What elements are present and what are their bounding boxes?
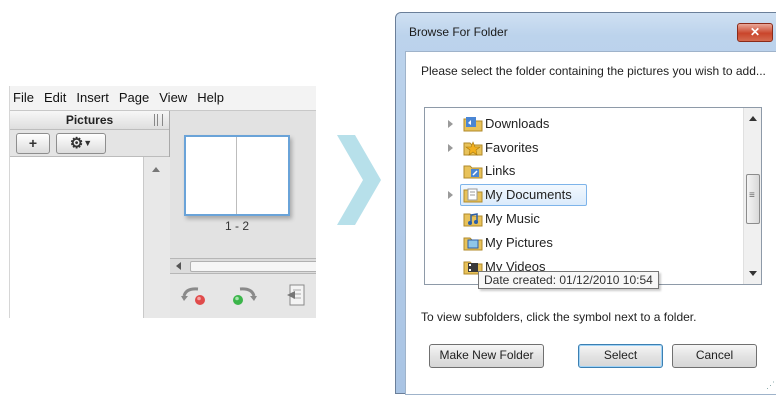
menu-view[interactable]: View — [154, 86, 192, 110]
pages-horizontal-scrollbar[interactable] — [170, 258, 316, 274]
subfolder-hint: To view subfolders, click the symbol nex… — [421, 310, 697, 324]
rotate-right-icon[interactable] — [228, 284, 258, 308]
pictures-scrollbar[interactable] — [143, 157, 170, 318]
tree-item-label: My Music — [485, 211, 540, 226]
tree-item-label: Favorites — [485, 140, 539, 155]
page-toolbar — [170, 274, 316, 318]
dialog-title: Browse For Folder — [409, 25, 508, 39]
tree-item-label: My Documents — [485, 187, 572, 202]
menu-page[interactable]: Page — [114, 86, 154, 110]
tree-item-favorites[interactable]: Favorites — [425, 137, 743, 159]
tree-item-my-pictures[interactable]: My Pictures — [425, 232, 743, 254]
tree-item-my-documents[interactable]: My Documents — [425, 184, 743, 206]
settings-menu-button[interactable]: ⚙▼ — [56, 133, 106, 154]
panel-grip-icon[interactable] — [154, 114, 163, 126]
folder-tree-scrollbar[interactable] — [743, 108, 761, 284]
expand-icon[interactable] — [448, 191, 453, 199]
close-button[interactable]: ✕ — [737, 23, 773, 42]
menu-edit[interactable]: Edit — [39, 86, 71, 110]
menu-bar: File Edit Insert Page View Help — [10, 86, 316, 111]
scrollbar-thumb[interactable] — [190, 261, 316, 272]
cancel-button[interactable]: Cancel — [672, 344, 757, 368]
gear-icon: ⚙ — [69, 135, 84, 152]
date-created-tooltip: Date created: 01/12/2010 10:54 — [478, 271, 659, 289]
documents-folder-icon — [463, 188, 483, 203]
browse-folder-dialog: Browse For Folder ✕ Please select the fo… — [395, 12, 776, 395]
folder-tree[interactable]: Downloads Favorites Links My Documents M… — [424, 107, 762, 289]
menu-help[interactable]: Help — [192, 86, 229, 110]
make-new-folder-button[interactable]: Make New Folder — [429, 344, 544, 368]
favorites-folder-icon — [463, 141, 483, 156]
export-page-icon[interactable] — [287, 283, 307, 307]
resize-grip-icon[interactable]: ⋰ — [766, 380, 775, 391]
tree-item-links[interactable]: Links — [425, 160, 743, 182]
scroll-up-icon[interactable] — [152, 167, 160, 172]
tree-item-downloads[interactable]: Downloads — [425, 113, 743, 135]
page-thumbnail[interactable] — [184, 135, 290, 216]
scroll-up-icon[interactable] — [749, 116, 757, 121]
tree-item-label: Links — [485, 163, 516, 178]
expand-icon[interactable] — [448, 120, 453, 128]
menu-insert[interactable]: Insert — [71, 86, 114, 110]
select-button[interactable]: Select — [578, 344, 663, 368]
dialog-prompt: Please select the folder containing the … — [421, 64, 766, 78]
page-number-label: 1 - 2 — [224, 219, 249, 233]
pictures-folder-icon — [463, 237, 483, 251]
scroll-left-icon[interactable] — [176, 262, 181, 270]
chevron-down-icon: ▼ — [83, 138, 93, 148]
menu-file[interactable]: File — [10, 86, 39, 110]
tree-item-my-music[interactable]: My Music — [425, 208, 743, 230]
scrollbar-thumb[interactable] — [746, 174, 760, 224]
panel-title-label: Pictures — [65, 113, 114, 127]
page-fold-line — [236, 137, 237, 214]
expand-icon[interactable] — [448, 144, 453, 152]
rotate-left-icon[interactable] — [180, 284, 210, 308]
panel-title: Pictures — [10, 111, 169, 130]
music-folder-icon — [463, 213, 483, 227]
tree-item-label: My Pictures — [485, 235, 553, 250]
chevron-right-icon — [337, 135, 381, 225]
panel-toolbar: + ⚙▼ — [10, 130, 169, 157]
pictures-panel: Pictures + ⚙▼ — [10, 111, 170, 318]
add-picture-button[interactable]: + — [16, 133, 50, 154]
scroll-down-icon[interactable] — [749, 271, 757, 276]
links-folder-icon — [463, 165, 483, 179]
tree-item-label: Downloads — [485, 116, 550, 131]
app-window: File Edit Insert Page View Help Pictures… — [9, 86, 316, 318]
pages-area: 1 - 2 — [170, 111, 316, 318]
downloads-folder-icon — [463, 117, 483, 132]
dialog-body: Please select the folder containing the … — [405, 51, 776, 395]
